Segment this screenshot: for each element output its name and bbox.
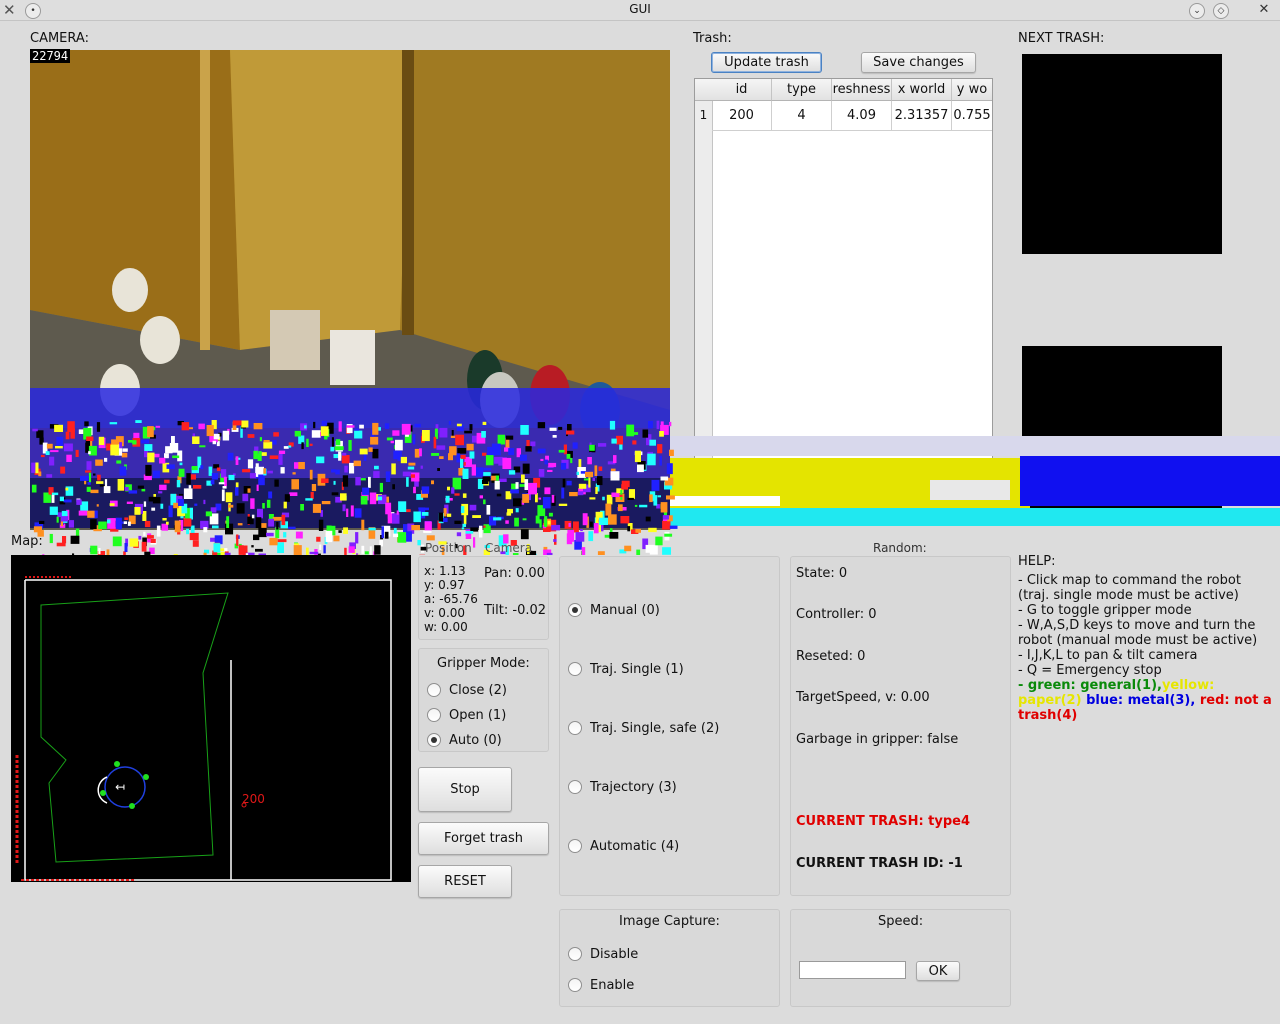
- forget-trash-button[interactable]: Forget trash: [418, 822, 549, 855]
- mode-traj-safe-label[interactable]: Traj. Single, safe (2): [590, 721, 719, 736]
- mode-trajectory-label[interactable]: Trajectory (3): [590, 780, 677, 795]
- help-line: - I,J,K,L to pan & tilt camera: [1018, 648, 1198, 663]
- help-legend: - green: general(1),yellow: paper(2) blu…: [1018, 678, 1276, 723]
- next-trash-image: [1022, 54, 1222, 254]
- column-header-y-world[interactable]: y wo: [952, 79, 992, 101]
- stop-button[interactable]: Stop: [418, 767, 512, 812]
- tilt-readout: Tilt: -0.02: [484, 603, 547, 618]
- mode-manual-label[interactable]: Manual (0): [590, 603, 660, 618]
- speed-title: Speed:: [878, 914, 924, 929]
- close-button[interactable]: ✕: [1257, 3, 1271, 17]
- mode-automatic-label[interactable]: Automatic (4): [590, 839, 679, 854]
- save-changes-button[interactable]: Save changes: [861, 52, 976, 73]
- map-trash-marker: 200: [242, 792, 265, 806]
- position-readout: x: 1.13 y: 0.97 a: -65.76 v: 0.00 w: 0.0…: [424, 564, 478, 634]
- render-glitch-artifact: [30, 388, 1280, 555]
- gripper-title: Gripper Mode:: [437, 656, 530, 671]
- help-line: - Click map to command the robot (traj. …: [1018, 573, 1241, 603]
- tab-camera[interactable]: Camera: [485, 541, 532, 555]
- state-value: State: 0: [796, 566, 848, 581]
- mode-automatic-radio[interactable]: [568, 839, 582, 853]
- target-speed-value: TargetSpeed, v: 0.00: [796, 690, 930, 705]
- legend-prefix: -: [1018, 678, 1028, 693]
- capture-enable-label[interactable]: Enable: [590, 978, 634, 993]
- column-header-x-world[interactable]: x world: [892, 79, 952, 101]
- mode-traj-single-radio[interactable]: [568, 662, 582, 676]
- help-title: HELP:: [1018, 554, 1056, 569]
- gripper-auto-radio[interactable]: [427, 733, 441, 747]
- gripper-auto-label[interactable]: Auto (0): [449, 733, 502, 748]
- camera-frame-counter: 22794: [30, 49, 71, 63]
- help-text: - Click map to command the robot (traj. …: [1018, 573, 1276, 723]
- gripper-open-label[interactable]: Open (1): [449, 708, 506, 723]
- garbage-in-gripper-value: Garbage in gripper: false: [796, 732, 959, 747]
- speed-ok-button[interactable]: OK: [916, 961, 960, 981]
- mode-traj-safe-radio[interactable]: [568, 721, 582, 735]
- camera-label: CAMERA:: [30, 31, 89, 46]
- gripper-close-radio[interactable]: [427, 683, 441, 697]
- mode-traj-single-label[interactable]: Traj. Single (1): [590, 662, 684, 677]
- capture-disable-radio[interactable]: [568, 947, 582, 961]
- table-cell[interactable]: 200: [712, 101, 772, 131]
- legend-green: green: general(1),: [1027, 678, 1162, 693]
- trash-label: Trash:: [693, 31, 732, 46]
- table-cell[interactable]: 0.755: [952, 101, 992, 131]
- column-header-freshness[interactable]: reshness: [832, 79, 892, 101]
- column-header-id[interactable]: id: [712, 79, 772, 101]
- map-label: Map:: [11, 534, 43, 549]
- next-trash-label: NEXT TRASH:: [1018, 31, 1105, 46]
- random-label: Random:: [873, 541, 927, 555]
- tab-position[interactable]: Position: [425, 541, 472, 555]
- row-number[interactable]: 1: [695, 101, 712, 130]
- gripper-open-radio[interactable]: [427, 708, 441, 722]
- legend-blue: blue: metal(3),: [1086, 693, 1196, 708]
- help-line: - G to toggle gripper mode: [1018, 603, 1192, 618]
- table-cell[interactable]: 4.09: [832, 101, 892, 131]
- speed-input[interactable]: [799, 961, 906, 979]
- pos-w: w: 0.00: [424, 620, 468, 634]
- table-cell[interactable]: 4: [772, 101, 832, 131]
- controller-value: Controller: 0: [796, 607, 877, 622]
- title-bar: ✕ • GUI ⌄ ◇ ✕: [0, 0, 1280, 21]
- pos-x: x: 1.13: [424, 564, 466, 578]
- pos-v: v: 0.00: [424, 606, 466, 620]
- window-title: GUI: [629, 2, 651, 16]
- help-line: - Q = Emergency stop: [1018, 663, 1162, 678]
- pos-y: y: 0.97: [424, 578, 465, 592]
- reseted-value: Reseted: 0: [796, 649, 866, 664]
- map-canvas[interactable]: ↤ 200: [11, 555, 411, 882]
- maximize-button[interactable]: ◇: [1213, 3, 1229, 19]
- capture-enable-radio[interactable]: [568, 978, 582, 992]
- update-trash-button[interactable]: Update trash: [711, 52, 822, 73]
- table-cell[interactable]: 2.31357: [892, 101, 952, 131]
- current-trash-type: CURRENT TRASH: type4: [796, 814, 971, 829]
- minimize-button[interactable]: ⌄: [1189, 3, 1205, 19]
- reset-button[interactable]: RESET: [418, 865, 512, 898]
- column-header-type[interactable]: type: [772, 79, 832, 101]
- capture-disable-label[interactable]: Disable: [590, 947, 638, 962]
- pos-a: a: -65.76: [424, 592, 478, 606]
- image-capture-title: Image Capture:: [619, 914, 720, 929]
- pan-readout: Pan: 0.00: [484, 566, 545, 581]
- current-trash-id: CURRENT TRASH ID: -1: [796, 856, 963, 871]
- gripper-close-label[interactable]: Close (2): [449, 683, 507, 698]
- help-line: - W,A,S,D keys to move and turn the robo…: [1018, 618, 1258, 648]
- table-corner: [695, 79, 713, 101]
- mode-manual-radio[interactable]: [568, 603, 582, 617]
- svg-text:↤: ↤: [115, 780, 125, 794]
- mode-trajectory-radio[interactable]: [568, 780, 582, 794]
